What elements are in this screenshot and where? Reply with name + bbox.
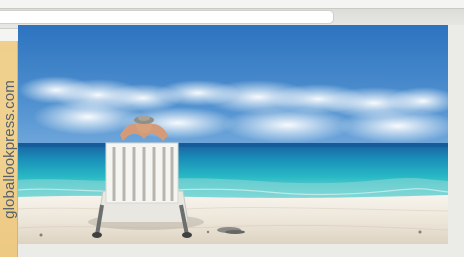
address-field[interactable] bbox=[0, 10, 334, 24]
credit-strip bbox=[0, 41, 18, 257]
beach-photo bbox=[18, 25, 448, 244]
right-margin bbox=[448, 25, 464, 257]
chair-slats bbox=[112, 147, 174, 201]
beach-illustration bbox=[18, 25, 448, 244]
chair-back bbox=[105, 142, 179, 204]
screen: globallookpress.com bbox=[0, 0, 464, 257]
hat-crown bbox=[138, 115, 150, 121]
shallow-water bbox=[18, 178, 448, 197]
bottom-margin bbox=[18, 244, 448, 257]
horizon-line bbox=[18, 143, 448, 147]
sand bbox=[18, 195, 448, 244]
